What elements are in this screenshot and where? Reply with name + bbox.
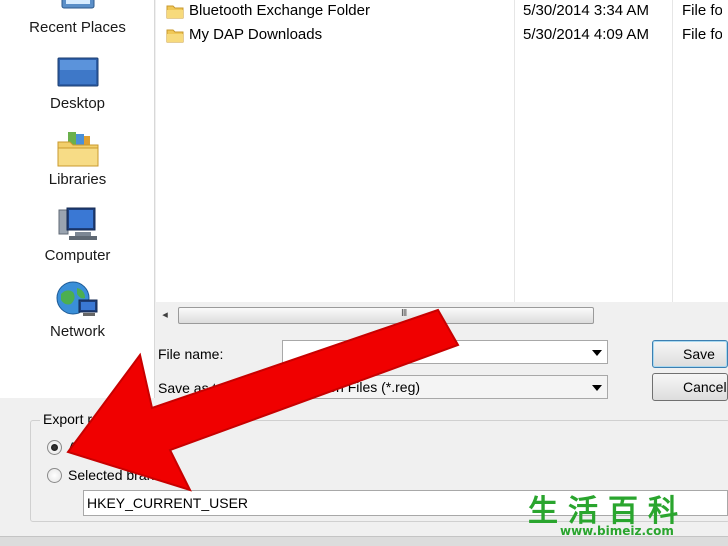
export-range-title: Export ranc (40, 411, 118, 427)
file-list[interactable]: Bluetooth Exchange Folder 5/30/2014 3:34… (156, 0, 728, 302)
watermark-logo: 生活百科 www.bimeiz.com (520, 484, 728, 540)
computer-icon (58, 207, 97, 240)
selected-branch-radio[interactable] (47, 468, 62, 483)
selected-branch-label[interactable]: Selected branch (68, 467, 169, 483)
save-as-type-select[interactable]: gistration Files (*.reg) (282, 375, 608, 399)
chevron-down-icon[interactable] (592, 385, 602, 391)
file-name: Bluetooth Exchange Folder (189, 2, 370, 19)
file-row[interactable]: Bluetooth Exchange Folder 5/30/2014 3:34… (156, 0, 728, 24)
recent-places-icon (61, 0, 94, 9)
sidebar-item-network[interactable]: Network (0, 280, 155, 344)
export-registry-dialog: Recent Places Desktop Libraries Computer… (0, 0, 728, 546)
cancel-button[interactable]: Cancel (652, 373, 728, 401)
navigation-pane: Recent Places Desktop Libraries Computer… (0, 0, 155, 398)
file-date: 5/30/2014 3:34 AM (523, 2, 649, 19)
export-all-label[interactable]: All (68, 439, 84, 455)
sidebar-item-label: Desktop (49, 95, 106, 112)
sidebar-item-computer[interactable]: Computer (0, 206, 155, 266)
sidebar-item-label: Recent Places (29, 19, 126, 36)
sidebar-item-label: Network (49, 323, 105, 340)
file-date: 5/30/2014 4:09 AM (523, 26, 649, 43)
sidebar-item-libraries[interactable]: Libraries (0, 130, 155, 190)
file-type: File folder (682, 26, 722, 43)
folder-icon (166, 29, 184, 43)
file-name: My DAP Downloads (189, 26, 323, 43)
save-as-type-value: gistration Files (*.reg) (287, 379, 421, 395)
watermark-url: www.bimeiz.com (560, 524, 674, 538)
horizontal-scrollbar[interactable]: ◂ III (156, 304, 596, 326)
scroll-left-arrow-icon[interactable]: ◂ (158, 307, 172, 323)
scrollbar-grip-icon: III (401, 308, 407, 319)
save-as-type-label: Save as t (158, 380, 217, 396)
folder-icon (166, 5, 184, 19)
save-button[interactable]: Save (652, 340, 728, 368)
desktop-icon (57, 57, 98, 87)
sidebar-item-label: Libraries (48, 171, 107, 188)
chevron-down-icon[interactable] (592, 350, 602, 356)
sidebar-item-recent-places[interactable]: Recent Places (0, 0, 155, 40)
branch-path-value: HKEY_CURRENT_USER (87, 495, 249, 511)
sidebar-item-desktop[interactable]: Desktop (0, 56, 155, 116)
sidebar-item-label: Computer (44, 247, 111, 264)
export-all-radio[interactable] (47, 440, 62, 455)
scrollbar-thumb[interactable]: III (178, 307, 594, 324)
file-row[interactable]: My DAP Downloads 5/30/2014 4:09 AM File … (156, 24, 728, 48)
network-icon (56, 281, 97, 316)
file-type: File folder (682, 2, 722, 19)
file-name-input[interactable] (282, 340, 608, 364)
file-name-label: File name: (158, 346, 224, 362)
libraries-icon (57, 132, 98, 167)
